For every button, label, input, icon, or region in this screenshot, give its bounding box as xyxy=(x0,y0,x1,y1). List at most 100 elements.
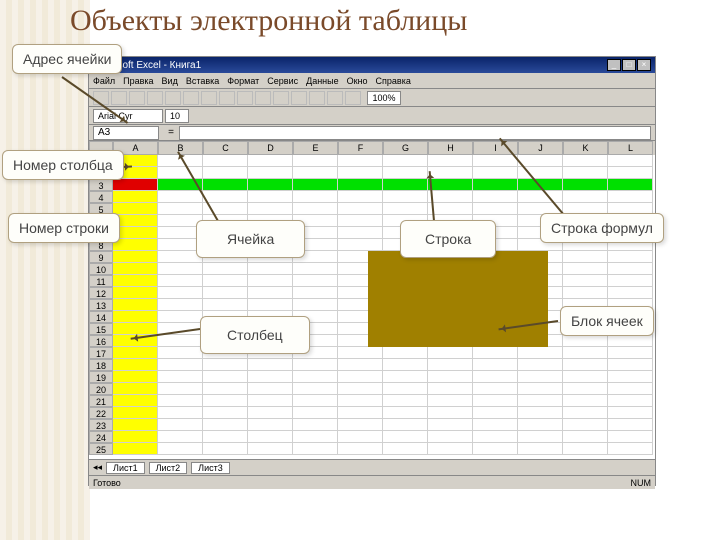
cell[interactable] xyxy=(338,443,383,455)
row-header[interactable]: 22 xyxy=(89,407,113,419)
cell[interactable] xyxy=(518,359,563,371)
toolbar-button[interactable] xyxy=(219,91,235,105)
cell[interactable] xyxy=(113,287,158,299)
cell[interactable] xyxy=(113,179,158,191)
cell[interactable] xyxy=(428,431,473,443)
cell[interactable] xyxy=(338,227,383,239)
cell[interactable] xyxy=(158,275,203,287)
cell[interactable] xyxy=(248,263,293,275)
maximize-button[interactable]: □ xyxy=(622,59,636,71)
cell[interactable] xyxy=(338,347,383,359)
sheet-tab[interactable]: Лист2 xyxy=(149,462,188,474)
cell[interactable] xyxy=(563,443,608,455)
col-header[interactable]: D xyxy=(248,141,293,155)
cell[interactable] xyxy=(473,191,518,203)
cell[interactable] xyxy=(293,191,338,203)
cell[interactable] xyxy=(473,167,518,179)
sheet-tab[interactable]: Лист3 xyxy=(191,462,230,474)
cell[interactable] xyxy=(608,431,653,443)
cell[interactable] xyxy=(248,395,293,407)
cell[interactable] xyxy=(608,263,653,275)
cell[interactable] xyxy=(428,443,473,455)
cell[interactable] xyxy=(248,203,293,215)
cell[interactable] xyxy=(428,359,473,371)
cell[interactable] xyxy=(113,383,158,395)
cell[interactable] xyxy=(158,359,203,371)
toolbar-button[interactable] xyxy=(309,91,325,105)
cell[interactable] xyxy=(383,191,428,203)
menu-item[interactable]: Окно xyxy=(347,76,368,86)
col-header[interactable]: K xyxy=(563,141,608,155)
menu-item[interactable]: Данные xyxy=(306,76,339,86)
cell[interactable] xyxy=(518,419,563,431)
cell[interactable] xyxy=(563,347,608,359)
cell[interactable] xyxy=(563,251,608,263)
cell[interactable] xyxy=(473,179,518,191)
menu-item[interactable]: Правка xyxy=(123,76,153,86)
row-header[interactable]: 11 xyxy=(89,275,113,287)
cell[interactable] xyxy=(158,311,203,323)
toolbar-button[interactable] xyxy=(345,91,361,105)
cell[interactable] xyxy=(158,383,203,395)
cell[interactable] xyxy=(383,431,428,443)
cell[interactable] xyxy=(518,383,563,395)
cell[interactable] xyxy=(113,239,158,251)
cell[interactable] xyxy=(428,395,473,407)
sheet-tab[interactable]: Лист1 xyxy=(106,462,145,474)
toolbar-button[interactable] xyxy=(183,91,199,105)
cell[interactable] xyxy=(608,407,653,419)
col-header[interactable]: J xyxy=(518,141,563,155)
cell[interactable] xyxy=(383,167,428,179)
row-header[interactable]: 3 xyxy=(89,179,113,191)
cell[interactable] xyxy=(293,263,338,275)
cell[interactable] xyxy=(203,299,248,311)
toolbar-button[interactable] xyxy=(327,91,343,105)
cell[interactable] xyxy=(608,347,653,359)
cell[interactable] xyxy=(248,407,293,419)
name-box[interactable]: A3 xyxy=(93,126,159,140)
toolbar-button[interactable] xyxy=(165,91,181,105)
size-select[interactable]: 10 xyxy=(165,109,189,123)
cell[interactable] xyxy=(518,155,563,167)
cell[interactable] xyxy=(428,383,473,395)
toolbar-button[interactable] xyxy=(111,91,127,105)
cell[interactable] xyxy=(473,371,518,383)
cell[interactable] xyxy=(113,371,158,383)
cell[interactable] xyxy=(608,419,653,431)
cell[interactable] xyxy=(608,359,653,371)
cell[interactable] xyxy=(428,347,473,359)
cell[interactable] xyxy=(608,275,653,287)
cell[interactable] xyxy=(293,299,338,311)
cell[interactable] xyxy=(338,179,383,191)
cell[interactable] xyxy=(248,443,293,455)
formula-input[interactable] xyxy=(179,126,651,140)
cell[interactable] xyxy=(518,347,563,359)
cell[interactable] xyxy=(113,263,158,275)
cell[interactable] xyxy=(113,443,158,455)
row-header[interactable]: 13 xyxy=(89,299,113,311)
cell[interactable] xyxy=(293,179,338,191)
col-header[interactable]: H xyxy=(428,141,473,155)
row-header[interactable]: 16 xyxy=(89,335,113,347)
cell[interactable] xyxy=(113,419,158,431)
cell[interactable] xyxy=(248,191,293,203)
cell[interactable] xyxy=(113,275,158,287)
cell[interactable] xyxy=(158,347,203,359)
menu-item[interactable]: Вставка xyxy=(186,76,219,86)
cell[interactable] xyxy=(518,443,563,455)
cell[interactable] xyxy=(338,191,383,203)
cell[interactable] xyxy=(383,155,428,167)
cell[interactable] xyxy=(158,263,203,275)
cell[interactable] xyxy=(608,251,653,263)
cell[interactable] xyxy=(113,407,158,419)
cell[interactable] xyxy=(383,407,428,419)
toolbar-button[interactable] xyxy=(129,91,145,105)
cell[interactable] xyxy=(293,443,338,455)
cell[interactable] xyxy=(293,203,338,215)
cell[interactable] xyxy=(203,359,248,371)
cell[interactable] xyxy=(158,299,203,311)
cell[interactable] xyxy=(563,407,608,419)
cell[interactable] xyxy=(203,431,248,443)
row-header[interactable]: 12 xyxy=(89,287,113,299)
cell[interactable] xyxy=(563,359,608,371)
